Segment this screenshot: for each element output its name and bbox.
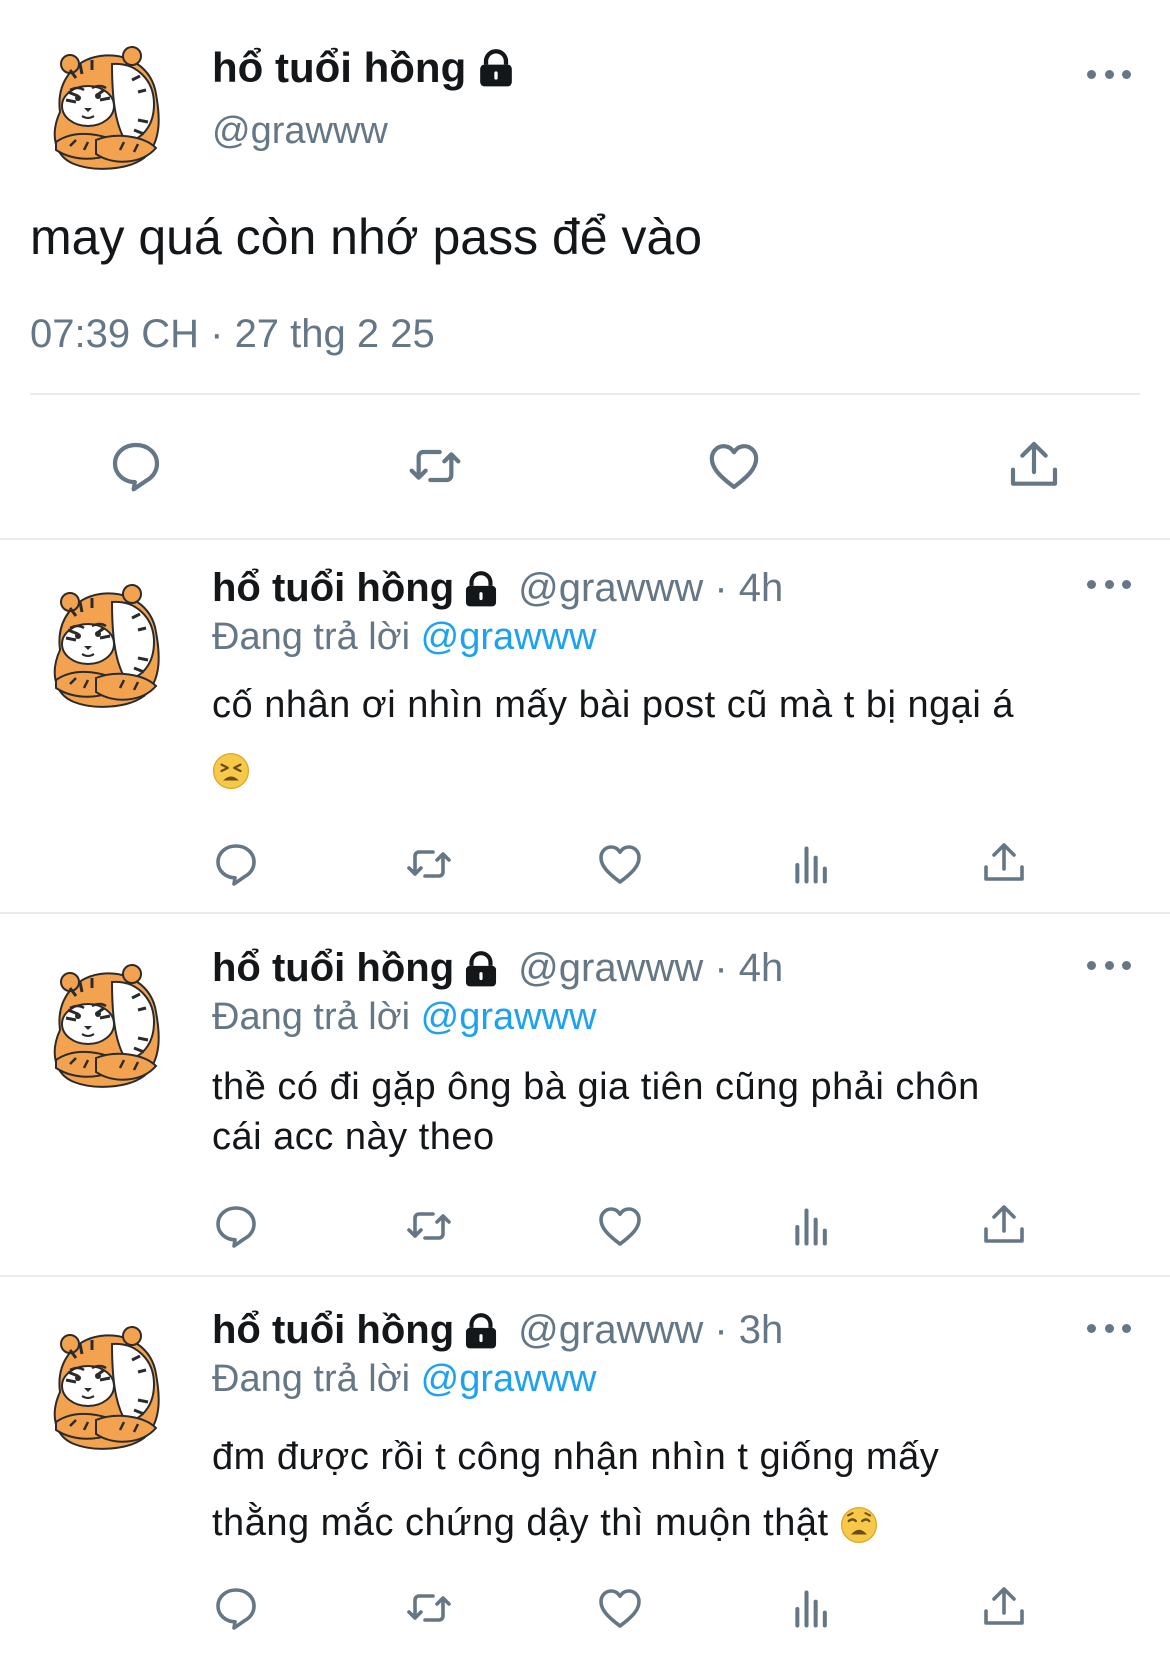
divider (0, 912, 1170, 914)
more-options-icon[interactable] (1087, 64, 1131, 84)
more-options-icon[interactable] (1087, 1318, 1131, 1338)
handle-time[interactable]: @grawww · 4h (518, 946, 783, 991)
lock-icon (462, 570, 500, 608)
more-options-icon[interactable] (1087, 574, 1131, 594)
tweet-text: may quá còn nhớ pass để vào (30, 209, 703, 265)
display-name[interactable]: hổ tuổi hồng (212, 44, 516, 92)
avatar[interactable] (40, 580, 172, 712)
reply-icon[interactable] (212, 1202, 260, 1250)
reply-text: thề có đi gặp ông bà gia tiên cũng phải … (212, 1062, 1092, 1162)
lock-icon (462, 950, 500, 988)
mention-link[interactable]: @grawww (421, 996, 597, 1038)
divider (0, 1275, 1170, 1277)
retweet-icon[interactable] (400, 1584, 458, 1632)
lock-icon (476, 48, 516, 88)
tweet-time: 07:39 CH (30, 312, 199, 356)
like-icon[interactable] (594, 1202, 646, 1250)
like-icon[interactable] (594, 840, 646, 888)
retweet-icon[interactable] (402, 438, 468, 494)
reply-header: hổ tuổi hồng @grawww · 4h (212, 566, 783, 611)
weary-face-emoji-icon (840, 1506, 878, 1544)
share-icon[interactable] (980, 1582, 1028, 1632)
lock-icon (462, 1312, 500, 1350)
reply-text-line: cái acc này theo (212, 1116, 495, 1158)
mention-link[interactable]: @grawww (421, 1358, 597, 1400)
handle-time[interactable]: @grawww · 4h (518, 566, 783, 611)
display-name[interactable]: hổ tuổi hồng (212, 946, 454, 991)
display-name-text: hổ tuổi hồng (212, 44, 467, 91)
share-icon[interactable] (980, 1200, 1028, 1250)
mention-link[interactable]: @grawww (421, 616, 597, 658)
reply-text-line: đm được rồi t công nhận nhìn t giống mấy (212, 1436, 940, 1478)
reply-text: đm được rồi t công nhận nhìn t giống mấy… (212, 1424, 1092, 1556)
views-icon[interactable] (790, 1586, 834, 1632)
tweet-timestamp[interactable]: 07:39 CH · 27 thg 2 25 (30, 312, 435, 357)
divider (30, 393, 1140, 395)
handle[interactable]: @grawww (212, 110, 388, 153)
replying-to: Đang trả lời @grawww (212, 616, 597, 659)
replying-label: Đang trả lời (212, 616, 411, 658)
handle-time[interactable]: @grawww · 3h (518, 1308, 783, 1353)
like-icon[interactable] (704, 438, 764, 494)
reply-text: cố nhân ơi nhìn mấy bài post cũ mà t bị … (212, 680, 1092, 794)
replying-label: Đang trả lời (212, 1358, 411, 1400)
more-options-icon[interactable] (1087, 955, 1131, 975)
replying-to: Đang trả lời @grawww (212, 996, 597, 1039)
avatar[interactable] (40, 42, 172, 174)
meta-separator: · (210, 312, 224, 356)
tired-face-emoji-icon (212, 752, 250, 790)
divider (0, 538, 1170, 540)
replying-label: Đang trả lời (212, 996, 411, 1038)
tweet-date: 27 thg 2 25 (234, 312, 435, 356)
retweet-icon[interactable] (400, 840, 458, 888)
reply-text-line: thề có đi gặp ông bà gia tiên cũng phải … (212, 1066, 980, 1108)
share-icon[interactable] (980, 838, 1028, 888)
reply-text-line: thằng mắc chứng dậy thì muộn thật (212, 1502, 829, 1544)
retweet-icon[interactable] (400, 1202, 458, 1250)
display-name[interactable]: hổ tuổi hồng (212, 566, 454, 611)
avatar[interactable] (40, 960, 172, 1092)
reply-icon[interactable] (212, 840, 260, 888)
reply-header: hổ tuổi hồng @grawww · 3h (212, 1308, 783, 1353)
reply-icon[interactable] (108, 438, 164, 494)
reply-text-line: cố nhân ơi nhìn mấy bài post cũ mà t bị … (212, 684, 1015, 726)
avatar[interactable] (40, 1322, 172, 1454)
views-icon[interactable] (790, 842, 834, 888)
share-icon[interactable] (1006, 436, 1062, 494)
views-icon[interactable] (790, 1204, 834, 1250)
reply-icon[interactable] (212, 1584, 260, 1632)
display-name[interactable]: hổ tuổi hồng (212, 1308, 454, 1353)
like-icon[interactable] (594, 1584, 646, 1632)
replying-to: Đang trả lời @grawww (212, 1358, 597, 1401)
reply-header: hổ tuổi hồng @grawww · 4h (212, 946, 783, 991)
